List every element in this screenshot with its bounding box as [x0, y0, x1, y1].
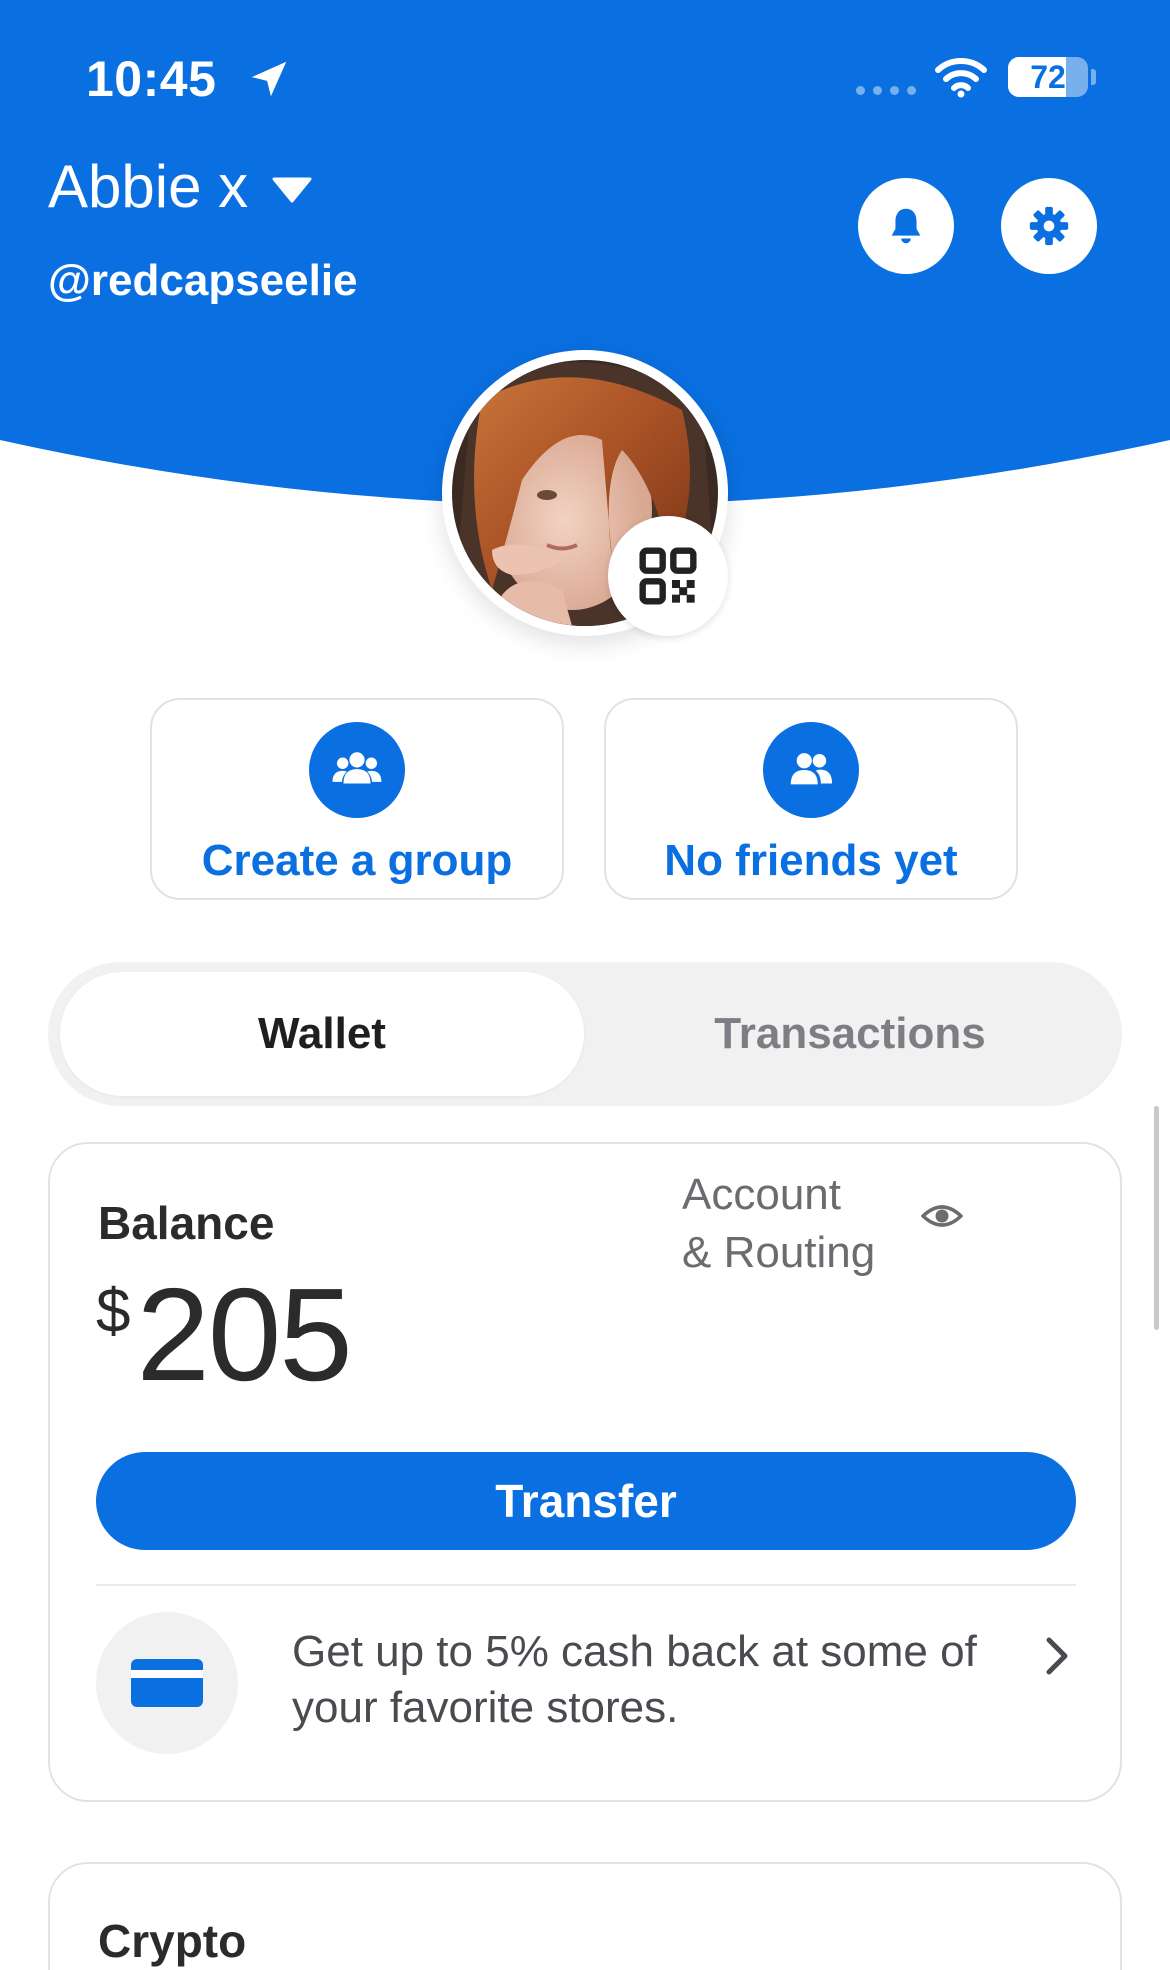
tab-transactions[interactable]: Transactions — [588, 972, 1112, 1096]
group-icon — [332, 752, 382, 784]
bell-icon — [891, 208, 921, 244]
group-icon-circle — [309, 722, 405, 818]
balance-value: 205 — [136, 1261, 352, 1408]
eye-icon[interactable] — [920, 1196, 964, 1236]
wifi-icon — [935, 58, 987, 98]
create-group-card[interactable]: Create a group — [150, 698, 564, 900]
currency-symbol: $ — [96, 1277, 131, 1346]
scrollbar[interactable] — [1154, 1106, 1159, 1330]
crypto-card[interactable]: Crypto — [48, 1862, 1122, 1970]
chevron-right-icon — [1046, 1637, 1068, 1675]
signal-dots-icon — [856, 86, 916, 95]
friends-icon-circle — [763, 722, 859, 818]
divider — [96, 1584, 1076, 1586]
friends-icon — [790, 753, 833, 785]
user-name: Abbie x — [48, 153, 249, 220]
balance-amount: $ 205 — [96, 1261, 353, 1408]
user-handle: @redcapseelie — [48, 256, 358, 305]
wallet-transactions-tabs: Wallet Transactions — [48, 962, 1122, 1106]
settings-button[interactable] — [1001, 178, 1097, 274]
cashback-promo[interactable]: Get up to 5% cash back at some of your f… — [96, 1608, 1076, 1758]
status-time: 10:45 — [86, 51, 217, 107]
transfer-button[interactable]: Transfer — [96, 1452, 1076, 1550]
create-group-label: Create a group — [201, 836, 513, 885]
battery-icon: 72 — [1008, 57, 1088, 97]
status-bar: 10:45 72 — [0, 0, 1170, 150]
battery-level: 72 — [1030, 58, 1066, 95]
crypto-title: Crypto — [98, 1915, 247, 1967]
balance-label: Balance — [98, 1197, 275, 1249]
friends-card[interactable]: No friends yet — [604, 698, 1018, 900]
qr-code-button[interactable] — [608, 516, 728, 636]
credit-card-icon-circle — [96, 1612, 238, 1754]
battery-cap — [1091, 69, 1096, 85]
account-switcher[interactable]: Abbie x — [48, 152, 314, 221]
wallet-card: Balance $ 205 Account & Routing Transfer… — [48, 1142, 1122, 1802]
credit-card-icon — [131, 1659, 203, 1707]
chevron-down-icon — [272, 177, 312, 202]
qr-code-icon — [639, 547, 697, 605]
tab-wallet[interactable]: Wallet — [60, 972, 584, 1096]
gear-icon — [1029, 206, 1069, 246]
promo-text: Get up to 5% cash back at some of your f… — [292, 1627, 977, 1732]
friends-label: No friends yet — [664, 836, 958, 885]
profile-avatar[interactable] — [442, 350, 728, 636]
notifications-button[interactable] — [858, 178, 954, 274]
location-arrow-icon — [251, 61, 287, 97]
